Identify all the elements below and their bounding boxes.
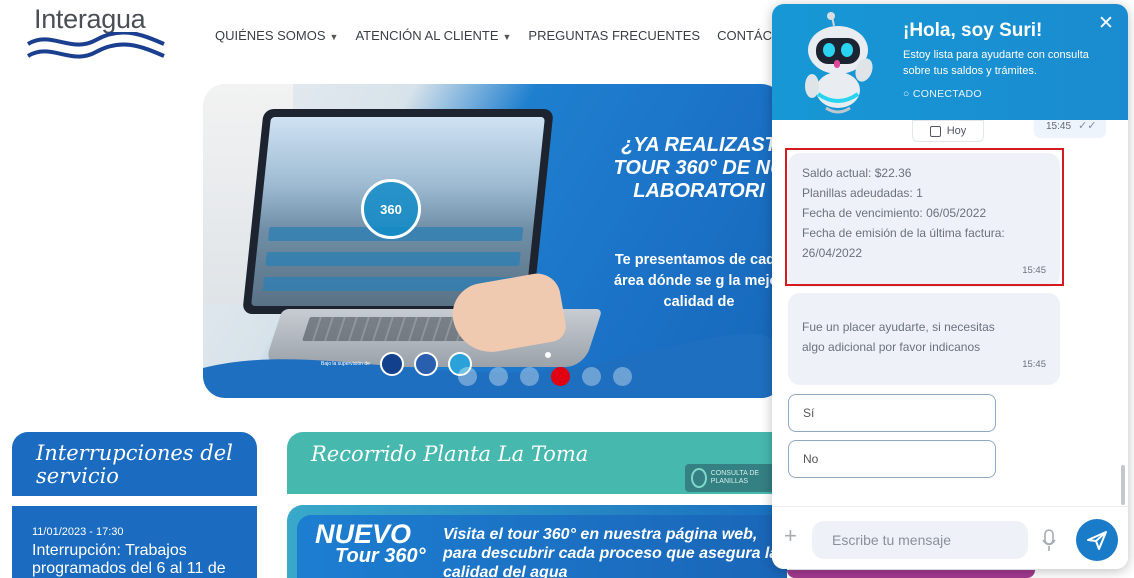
carousel-dot-active[interactable] [551,367,570,386]
carousel-dots [458,367,632,386]
highlight-box [785,148,1064,286]
close-icon[interactable]: ✕ [1098,14,1114,34]
sent-message-time: 15:45 [1046,121,1072,132]
tour-360-label: Tour 360° [335,545,426,567]
chat-description: Estoy lista para ayudarte con consulta s… [903,49,1089,77]
carousel-dot[interactable] [582,367,601,386]
partner-logo-icon [379,352,404,376]
message-input[interactable] [812,521,1028,559]
hero-banner[interactable]: 360 ¿YA REALIZAST TOUR 360° DE NU LABORA… [203,84,783,398]
carousel-dot[interactable] [613,367,632,386]
followup-line: Fue un placer ayudarte, si necesitas [802,320,995,334]
chat-greeting: ¡Hola, soy Suri! [903,20,1043,41]
option-si-button[interactable]: Sí [788,394,996,432]
followup-message-bubble: Fue un placer ayudarte, si necesitas alg… [788,293,1060,385]
calendar-icon [929,125,941,137]
carousel-dot[interactable] [520,367,539,386]
chat-footer: + [772,506,1128,569]
hero-partner-logos: Bajo la supervisión de [321,352,472,376]
consulta-label: CONSULTA DE PLANILLAS [710,470,760,485]
360-badge-icon: 360 [361,179,421,239]
interruption-text[interactable]: Interrupción: Trabajos programados del 6… [32,542,252,578]
send-button[interactable] [1076,519,1118,561]
tour-nuevo-label: NUEVO [315,519,412,549]
interruptions-card-body[interactable]: 11/01/2023 - 17:30 Interrupción: Trabajo… [12,506,257,578]
robot-avatar-icon [805,12,873,114]
slide-indicator [545,352,551,358]
date-chip-label: Hoy [946,125,967,137]
hero-title: ¿YA REALIZAST TOUR 360° DE NU LABORATORI [613,134,783,202]
chat-messages[interactable]: 15:45 ✓✓ Hoy Saldo actual: $22.36 Planil… [772,120,1128,506]
tour-360-banner[interactable]: NUEVO Tour 360° Visita el tour 360° en n… [287,505,787,578]
pink-footer-strip [787,570,1035,578]
recorrido-card[interactable]: Recorrido Planta La Toma CONSULTA DE PLA… [287,432,787,494]
date-chip: Hoy [912,120,984,142]
whatsapp-icon [691,468,707,488]
send-icon [1087,531,1107,550]
nav-label: QUIÉNES SOMOS [215,28,326,43]
interruption-date: 11/01/2023 - 17:30 [32,526,124,538]
hero-wave-decoration [203,334,783,398]
message-time: 15:45 [1022,359,1046,370]
nav-preguntas-frecuentes[interactable]: PREGUNTAS FRECUENTES [528,28,700,43]
option-no-button[interactable]: No [788,440,996,478]
chat-scrollbar[interactable] [1121,465,1125,505]
interagua-logo[interactable]: Interagua [26,4,166,66]
nav-label: ATENCIÓN AL CLIENTE [355,28,499,43]
plus-icon[interactable]: + [784,525,797,547]
consulta-planillas-button[interactable]: CONSULTA DE PLANILLAS [685,464,775,492]
logo-text: Interagua [34,4,146,34]
nav-label: PREGUNTAS FRECUENTES [528,28,701,43]
chevron-down-icon: ▼ [329,32,339,42]
tour-banner-text: Visita el tour 360° en nuestra página we… [443,526,779,578]
microphone-icon[interactable] [1042,529,1056,553]
nav-quienes-somos[interactable]: QUIÉNES SOMOS ▼ [215,28,338,43]
hero-subtitle: Te presentamos de cada área dónde se g l… [613,252,783,310]
connection-status: ○ CONECTADO [903,88,982,100]
interruptions-title: Interrupciones del servicio [36,441,233,488]
logo-waves-icon [26,32,165,59]
read-receipt-icon: ✓✓ [1078,120,1097,132]
carousel-dot[interactable] [458,367,477,386]
chevron-down-icon: ▼ [502,32,512,42]
nav-atencion-cliente[interactable]: ATENCIÓN AL CLIENTE ▼ [355,28,511,43]
carousel-dot[interactable] [489,367,508,386]
partner-logo-icon [413,352,438,376]
interruptions-card-header: Interrupciones del servicio [12,432,257,496]
followup-line: algo adicional por favor indicanos [802,340,981,354]
main-nav: QUIÉNES SOMOS ▼ ATENCIÓN AL CLIENTE ▼ PREG… [215,28,829,43]
hero-supervision-label: Bajo la supervisión de [321,361,370,367]
chat-widget: ¡Hola, soy Suri! Estoy lista para ayudar… [772,4,1128,569]
chat-header: ¡Hola, soy Suri! Estoy lista para ayudar… [772,4,1128,120]
recorrido-title: Recorrido Planta La Toma [311,442,589,466]
